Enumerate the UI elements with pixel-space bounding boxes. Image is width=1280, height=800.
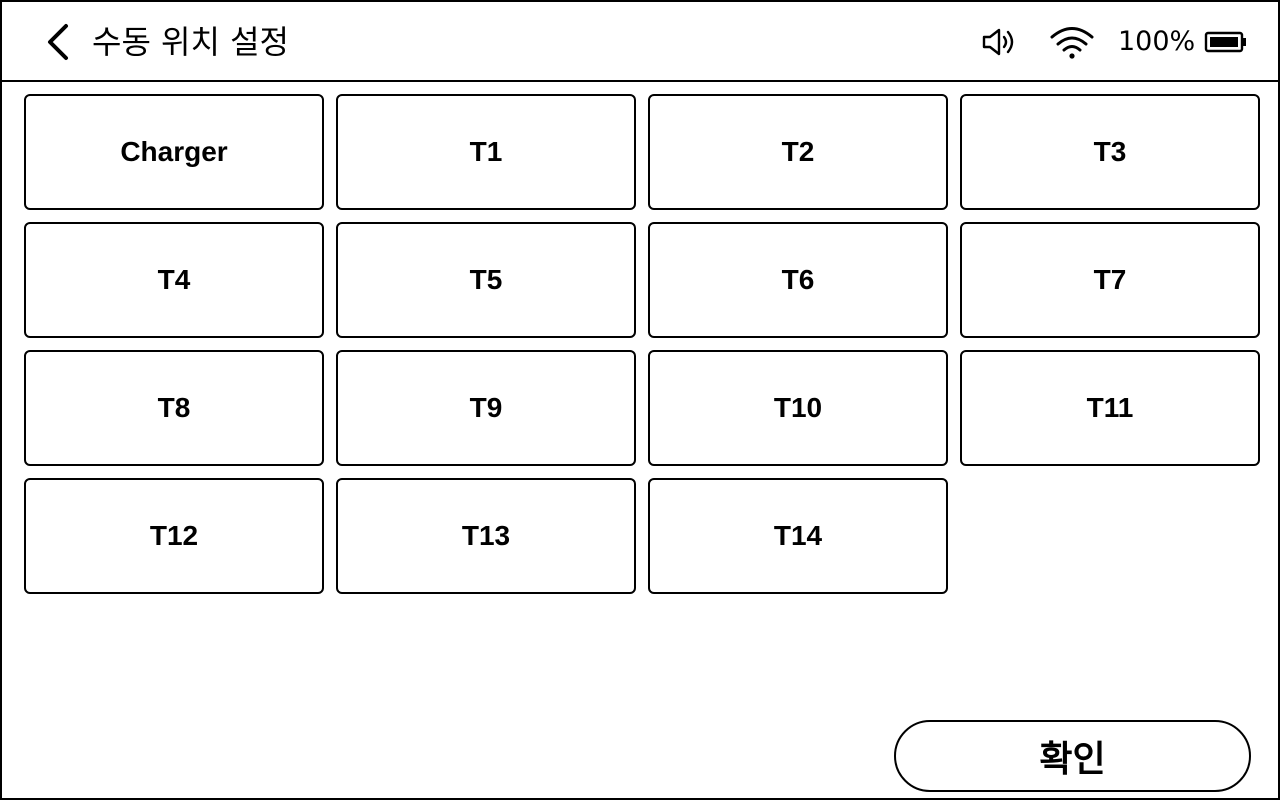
- chevron-left-icon: [48, 24, 68, 60]
- confirm-button[interactable]: 확인: [894, 720, 1251, 792]
- battery-full-icon: [1204, 31, 1246, 53]
- speaker-icon: [982, 28, 1014, 56]
- location-button-t10[interactable]: T10: [648, 350, 948, 466]
- location-button-t7[interactable]: T7: [960, 222, 1260, 338]
- location-button-t13[interactable]: T13: [336, 478, 636, 594]
- location-button-t12[interactable]: T12: [24, 478, 324, 594]
- battery-percent: 100%: [1118, 26, 1196, 57]
- location-button-t3[interactable]: T3: [960, 94, 1260, 210]
- location-button-t11[interactable]: T11: [960, 350, 1260, 466]
- location-button-t1[interactable]: T1: [336, 94, 636, 210]
- battery-level-fill: [1210, 37, 1238, 47]
- location-grid: Charger T1 T2 T3 T4 T5 T6 T7 T8 T9 T10 T11 T12 T13 T14: [24, 94, 1260, 594]
- location-button-t8[interactable]: T8: [24, 350, 324, 466]
- location-button-t14[interactable]: T14: [648, 478, 948, 594]
- location-button-t6[interactable]: T6: [648, 222, 948, 338]
- screen-frame: 수동 위치 설정 100% Charger T1 T2 T3 T4 T5 T6 …: [0, 0, 1280, 800]
- wifi-icon: [1050, 27, 1094, 59]
- location-button-t4[interactable]: T4: [24, 222, 324, 338]
- location-button-t5[interactable]: T5: [336, 222, 636, 338]
- battery-status: [1204, 20, 1250, 64]
- page-title: 수동 위치 설정: [92, 23, 289, 61]
- location-button-t9[interactable]: T9: [336, 350, 636, 466]
- back-button[interactable]: [38, 20, 78, 64]
- location-button-t2[interactable]: T2: [648, 94, 948, 210]
- header-bar: 수동 위치 설정 100%: [2, 2, 1278, 82]
- wifi-status[interactable]: [1048, 20, 1096, 64]
- volume-button[interactable]: [980, 20, 1020, 64]
- location-button-charger[interactable]: Charger: [24, 94, 324, 210]
